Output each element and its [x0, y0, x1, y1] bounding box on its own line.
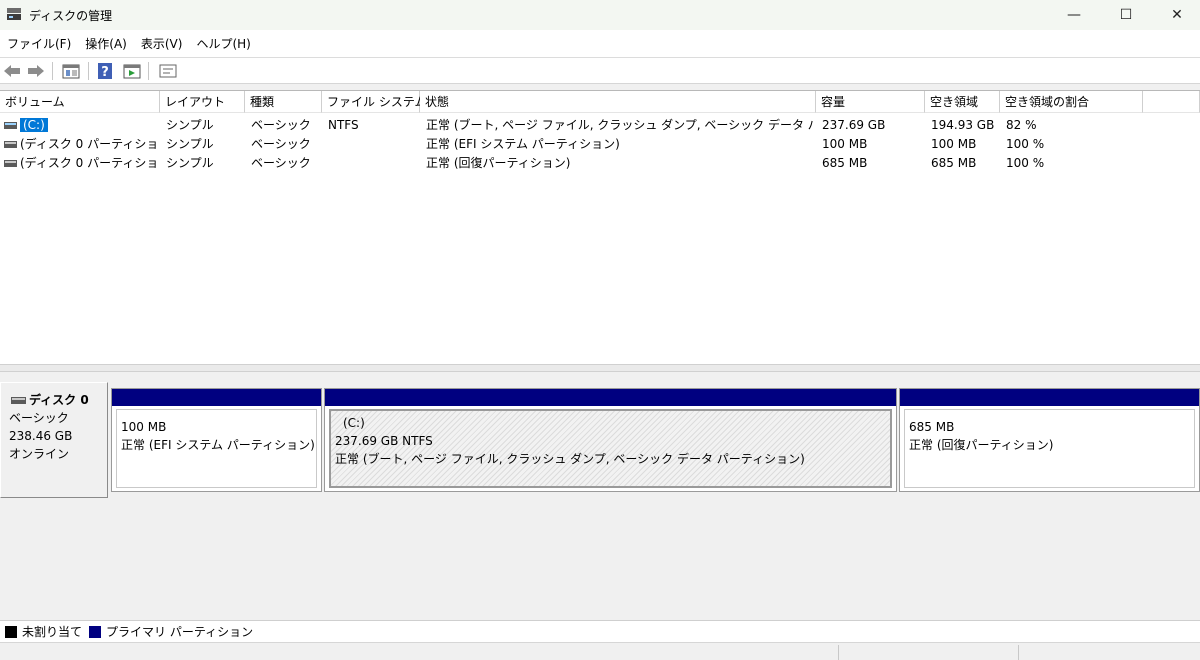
disk-state: オンライン	[9, 447, 70, 461]
capacity-cell: 100 MB	[822, 137, 868, 151]
drive-icon	[4, 160, 17, 167]
table-row[interactable]: (ディスク 0 パーティション 1) シンプル ベーシック 正常 (EFI シス…	[0, 135, 1200, 154]
column-header-percent-free[interactable]: 空き領域の割合	[1000, 91, 1143, 113]
column-header-capacity[interactable]: 容量	[816, 91, 925, 113]
filesystem-cell: NTFS	[328, 118, 359, 132]
volume-name: (ディスク 0 パーティション 1)	[20, 137, 158, 151]
legend-unallocated: 未割り当て	[22, 625, 83, 639]
menu-action[interactable]: 操作(A)	[78, 30, 134, 58]
disk-icon	[11, 397, 26, 404]
drive-icon	[4, 141, 17, 148]
column-header-status[interactable]: 状態	[420, 91, 816, 113]
legend-primary-partition: プライマリ パーティション	[106, 625, 254, 639]
unallocated-swatch	[5, 626, 17, 638]
table-row[interactable]: (C:) シンプル ベーシック NTFS 正常 (ブート, ページ ファイル, …	[0, 116, 1200, 135]
volume-name: (C:)	[20, 118, 48, 132]
menu-help[interactable]: ヘルプ(H)	[189, 30, 257, 58]
status-cell: 正常 (ブート, ページ ファイル, クラッシュ ダンプ, ベーシック データ …	[426, 118, 814, 132]
disk-view: ディスク 0 ベーシック 238.46 GB オンライン 100 MB 正常 (…	[0, 372, 1200, 620]
free-space-cell: 194.93 GB	[931, 118, 995, 132]
capacity-cell: 237.69 GB	[822, 118, 886, 132]
toolbar-separator	[88, 62, 89, 80]
partition-c[interactable]: (C:) 237.69 GB NTFS 正常 (ブート, ページ ファイル, ク…	[324, 388, 897, 492]
toolbar: ?	[0, 58, 1200, 84]
table-row[interactable]: (ディスク 0 パーティション 4) シンプル ベーシック 正常 (回復パーティ…	[0, 154, 1200, 173]
free-space-cell: 685 MB	[931, 156, 977, 170]
status-bar	[0, 642, 1200, 660]
volume-list: ボリューム レイアウト 種類 ファイル システム 状態 容量 空き領域 空き領域…	[0, 90, 1200, 364]
close-button[interactable]: ✕	[1154, 0, 1200, 30]
properties-icon[interactable]	[122, 61, 142, 81]
disk-size: 238.46 GB	[9, 429, 73, 443]
type-cell: ベーシック	[251, 156, 311, 170]
window-title: ディスクの管理	[29, 9, 113, 23]
column-header-free-space[interactable]: 空き領域	[925, 91, 1000, 113]
free-space-cell: 100 MB	[931, 137, 977, 151]
column-header-layout[interactable]: レイアウト	[160, 91, 245, 113]
disk-type: ベーシック	[9, 411, 69, 425]
column-header-filesystem[interactable]: ファイル システム	[322, 91, 426, 113]
percent-free-cell: 82 %	[1006, 118, 1037, 132]
percent-free-cell: 100 %	[1006, 137, 1045, 151]
partition-size: 237.69 GB NTFS	[335, 434, 433, 448]
partition-recovery[interactable]: 685 MB 正常 (回復パーティション)	[899, 388, 1200, 492]
primary-partition-swatch	[89, 626, 101, 638]
disk-management-app-icon	[7, 8, 21, 20]
column-header-empty	[1143, 91, 1200, 113]
back-arrow-icon[interactable]	[2, 61, 22, 81]
toolbar-separator	[52, 62, 53, 80]
partition-status: 正常 (回復パーティション)	[909, 438, 1054, 452]
partition-size: 685 MB	[909, 420, 955, 434]
status-cell: 正常 (回復パーティション)	[426, 156, 571, 170]
forward-arrow-icon[interactable]	[26, 61, 46, 81]
status-cell: 正常 (EFI システム パーティション)	[426, 137, 620, 151]
legend: 未割り当て プライマリ パーティション	[0, 620, 1200, 642]
partition-size: 100 MB	[121, 420, 167, 434]
primary-partition-bar	[112, 389, 321, 406]
layout-cell: シンプル	[166, 156, 214, 170]
pane-splitter[interactable]	[0, 364, 1200, 372]
capacity-cell: 685 MB	[822, 156, 868, 170]
partition-status: 正常 (ブート, ページ ファイル, クラッシュ ダンプ, ベーシック データ …	[335, 452, 805, 466]
toolbar-separator	[148, 62, 149, 80]
partition-status: 正常 (EFI システム パーティション)	[121, 438, 315, 452]
partition-efi[interactable]: 100 MB 正常 (EFI システム パーティション)	[111, 388, 322, 492]
disk-name: ディスク 0	[29, 393, 89, 407]
status-separator	[838, 645, 839, 660]
disk-info-panel[interactable]: ディスク 0 ベーシック 238.46 GB オンライン	[0, 382, 108, 498]
drive-icon	[4, 122, 17, 129]
column-header-type[interactable]: 種類	[245, 91, 322, 113]
volume-name: (ディスク 0 パーティション 4)	[20, 156, 158, 170]
menu-file[interactable]: ファイル(F)	[0, 30, 78, 58]
type-cell: ベーシック	[251, 137, 311, 151]
minimize-button[interactable]: —	[1051, 0, 1097, 30]
svg-text:?: ?	[101, 65, 109, 80]
help-icon[interactable]: ?	[95, 61, 115, 81]
primary-partition-bar	[900, 389, 1199, 406]
type-cell: ベーシック	[251, 118, 311, 132]
partition-name: (C:)	[343, 416, 365, 430]
menu-bar: ファイル(F) 操作(A) 表示(V) ヘルプ(H)	[0, 30, 1200, 58]
layout-cell: シンプル	[166, 118, 214, 132]
percent-free-cell: 100 %	[1006, 156, 1045, 170]
console-tree-icon[interactable]	[61, 61, 81, 81]
primary-partition-bar	[325, 389, 896, 406]
title-bar: ディスクの管理 — ☐ ✕	[0, 0, 1200, 30]
column-header-volume[interactable]: ボリューム	[0, 91, 160, 113]
menu-view[interactable]: 表示(V)	[134, 30, 190, 58]
list-view-icon[interactable]	[158, 61, 178, 81]
maximize-button[interactable]: ☐	[1103, 0, 1149, 30]
layout-cell: シンプル	[166, 137, 214, 151]
status-separator	[1018, 645, 1019, 660]
